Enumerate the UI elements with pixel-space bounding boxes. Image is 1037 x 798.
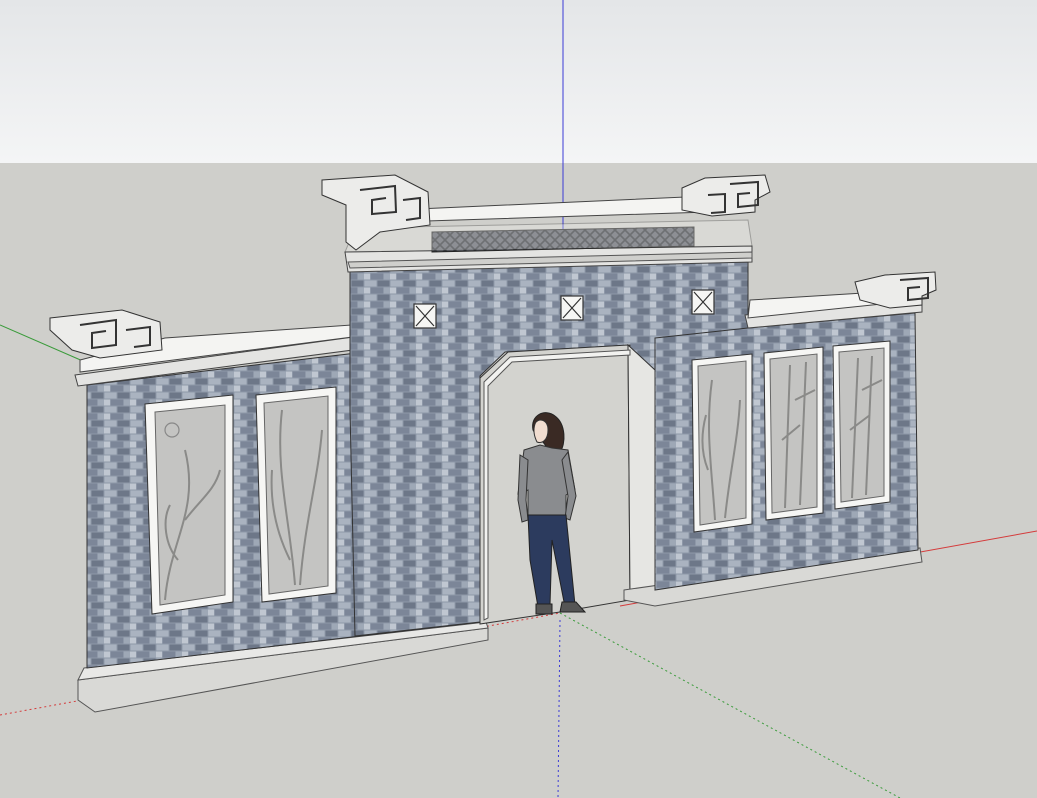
- lattice-window-center: [560, 295, 584, 321]
- lattice-window-right: [691, 289, 715, 315]
- lattice-window-left: [413, 303, 437, 329]
- relief-panel-plum[interactable]: [144, 394, 234, 615]
- scene-canvas: [0, 0, 1037, 798]
- right-relief-panels: [691, 340, 891, 533]
- person-face: [533, 419, 549, 443]
- relief-panel-orchid-right[interactable]: [691, 353, 753, 533]
- door-jamb-right: [627, 343, 656, 597]
- relief-panel-bamboo-right-2[interactable]: [832, 340, 891, 510]
- relief-panel-orchid[interactable]: [255, 386, 337, 603]
- sky-background: [0, 0, 1037, 163]
- sketchup-viewport[interactable]: [0, 0, 1037, 798]
- relief-panel-bamboo-right-1[interactable]: [763, 346, 824, 521]
